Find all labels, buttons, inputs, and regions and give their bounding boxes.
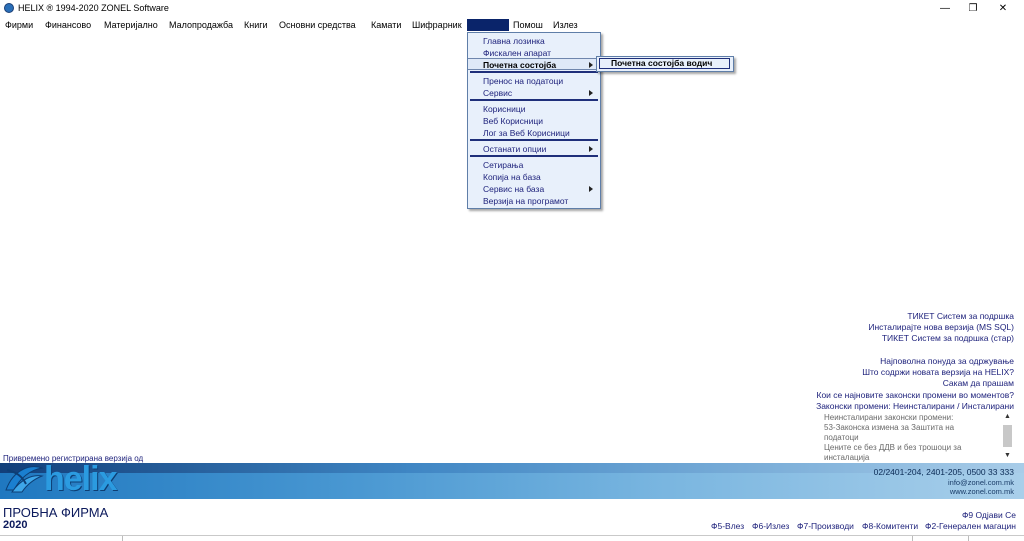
helix-banner [0, 463, 1024, 499]
news-line: Цените се без ДДВ и без трошоци за [824, 443, 962, 452]
helix-swirl-icon [5, 466, 44, 493]
menu-item-servis[interactable]: Сервис [468, 87, 600, 99]
menu-separator [470, 71, 598, 73]
menu-item-prenos-na-podatoci[interactable]: Пренос на податоци [468, 75, 600, 87]
logout-button[interactable]: Ф9 Одјави Се [962, 510, 1016, 520]
link-whats-new[interactable]: Што содржи новата верзија на HELIX? [862, 367, 1014, 377]
menu-sifrarnik[interactable]: Шифрарник [412, 19, 462, 31]
menu-item-verzija-na-programot[interactable]: Верзија на програмот [468, 195, 600, 207]
banner-stripe [0, 463, 1024, 473]
news-line: Неинсталирани законски промени: [824, 413, 954, 422]
scroll-down-icon[interactable]: ▼ [1004, 452, 1011, 459]
fiscal-year: 2020 [3, 519, 28, 531]
menu-item-servis-na-baza[interactable]: Сервис на база [468, 183, 600, 195]
menu-osnovni-sredstva[interactable]: Основни средства [279, 19, 356, 31]
submenu-arrow-icon [589, 146, 593, 152]
contact-web[interactable]: www.zonel.com.mk [950, 487, 1014, 496]
menu-item-ostanati-opcii[interactable]: Останати опции [468, 143, 600, 155]
title-bar: HELIX ® 1994-2020 ZONEL Software — ❐ ✕ [0, 0, 1024, 17]
helix-logo: helix [4, 458, 138, 498]
link-ask-question[interactable]: Сакам да прашам [943, 378, 1014, 388]
fkey-f2-generalen-magacin[interactable]: Ф2-Генерален магацин [925, 521, 1016, 531]
contact-email[interactable]: info@zonel.com.mk [948, 478, 1014, 487]
menu-pomos[interactable]: Помош [513, 19, 543, 31]
news-line: инсталација [824, 453, 870, 462]
menu-finansovo[interactable]: Финансово [45, 19, 91, 31]
close-button[interactable]: ✕ [988, 0, 1018, 17]
contact-phone: 02/2401-204, 2401-205, 0500 33 333 [873, 467, 1014, 477]
menu-active-item[interactable] [466, 18, 510, 32]
logo-wordmark: helix [44, 460, 117, 498]
status-bar [0, 535, 1024, 541]
submenu-arrow-icon [589, 90, 593, 96]
scroll-up-icon[interactable]: ▲ [1004, 413, 1011, 420]
news-box: Неинсталирани законски промени: 53-Закон… [824, 413, 1004, 462]
link-legal-changes[interactable]: Законски промени: Неинсталирани / Инстал… [816, 401, 1014, 411]
status-segment [968, 536, 969, 541]
menu-izlez[interactable]: Излез [553, 19, 578, 31]
menu-item-kopija-na-baza[interactable]: Копија на база [468, 171, 600, 183]
link-ticket-system[interactable]: ТИКЕТ Систем за подршка [907, 311, 1014, 321]
submenu-arrow-icon [589, 62, 593, 68]
link-install-new-version[interactable]: Инсталирајте нова верзија (MS SQL) [868, 322, 1014, 332]
news-scrollbar[interactable]: ▲ ▼ [1002, 413, 1013, 459]
window-title: HELIX ® 1994-2020 ZONEL Software [18, 3, 169, 13]
menu-knigi[interactable]: Книги [244, 19, 268, 31]
news-line: податоци [824, 433, 859, 442]
menu-separator [470, 99, 598, 101]
minimize-button[interactable]: — [930, 0, 960, 17]
submenu-pocetna-sostojba: Почетна состојба водич [596, 56, 734, 72]
menu-item-pocetna-sostojba[interactable]: Почетна состојба [468, 58, 600, 70]
menu-separator [470, 155, 598, 157]
link-legal-changes-info[interactable]: Кои се најновите законски промени во мом… [817, 390, 1015, 400]
fkey-f6-izlez[interactable]: Ф6-Излез [752, 521, 789, 531]
menu-materijalno[interactable]: Материјално [104, 19, 158, 31]
menu-item-glavna-lozinka[interactable]: Главна лозинка [468, 35, 600, 47]
menu-item-log-veb-korisnici[interactable]: Лог за Веб Корисници [468, 127, 600, 139]
menu-item-setiranja[interactable]: Сетирања [468, 159, 600, 171]
status-segment [912, 536, 913, 541]
status-segment [122, 536, 123, 541]
link-maintenance-offer[interactable]: Најповолна понуда за одржување [880, 356, 1014, 366]
restore-button[interactable]: ❐ [958, 0, 988, 17]
menu-separator [470, 139, 598, 141]
menu-item-korisnici[interactable]: Корисници [468, 103, 600, 115]
menu-item-veb-korisnici[interactable]: Веб Корисници [468, 115, 600, 127]
news-line: 53-Законска измена за Заштита на [824, 423, 955, 432]
submenu-item-pocetna-sostojba-vodic[interactable]: Почетна состојба водич [611, 58, 712, 68]
firm-name: ПРОБНА ФИРМА [3, 505, 109, 520]
fkey-f5-vlez[interactable]: Ф5-Влез [711, 521, 744, 531]
menu-kamati[interactable]: Камати [371, 19, 401, 31]
scroll-thumb[interactable] [1003, 425, 1012, 447]
link-ticket-system-old[interactable]: ТИКЕТ Систем за подршка (стар) [882, 333, 1014, 343]
menu-maloprodazba[interactable]: Малопродажба [169, 19, 233, 31]
submenu-arrow-icon [589, 186, 593, 192]
app-icon [4, 3, 14, 13]
menu-firmi[interactable]: Фирми [5, 19, 33, 31]
menu-bar: Фирми Финансово Материјално Малопродажба… [0, 17, 1024, 32]
dropdown-menu: Главна лозинка Фискален апарат Почетна с… [467, 32, 601, 209]
fkey-f8-komitenti[interactable]: Ф8-Комитенти [862, 521, 918, 531]
fkey-f7-proizvodi[interactable]: Ф7-Производи [797, 521, 854, 531]
